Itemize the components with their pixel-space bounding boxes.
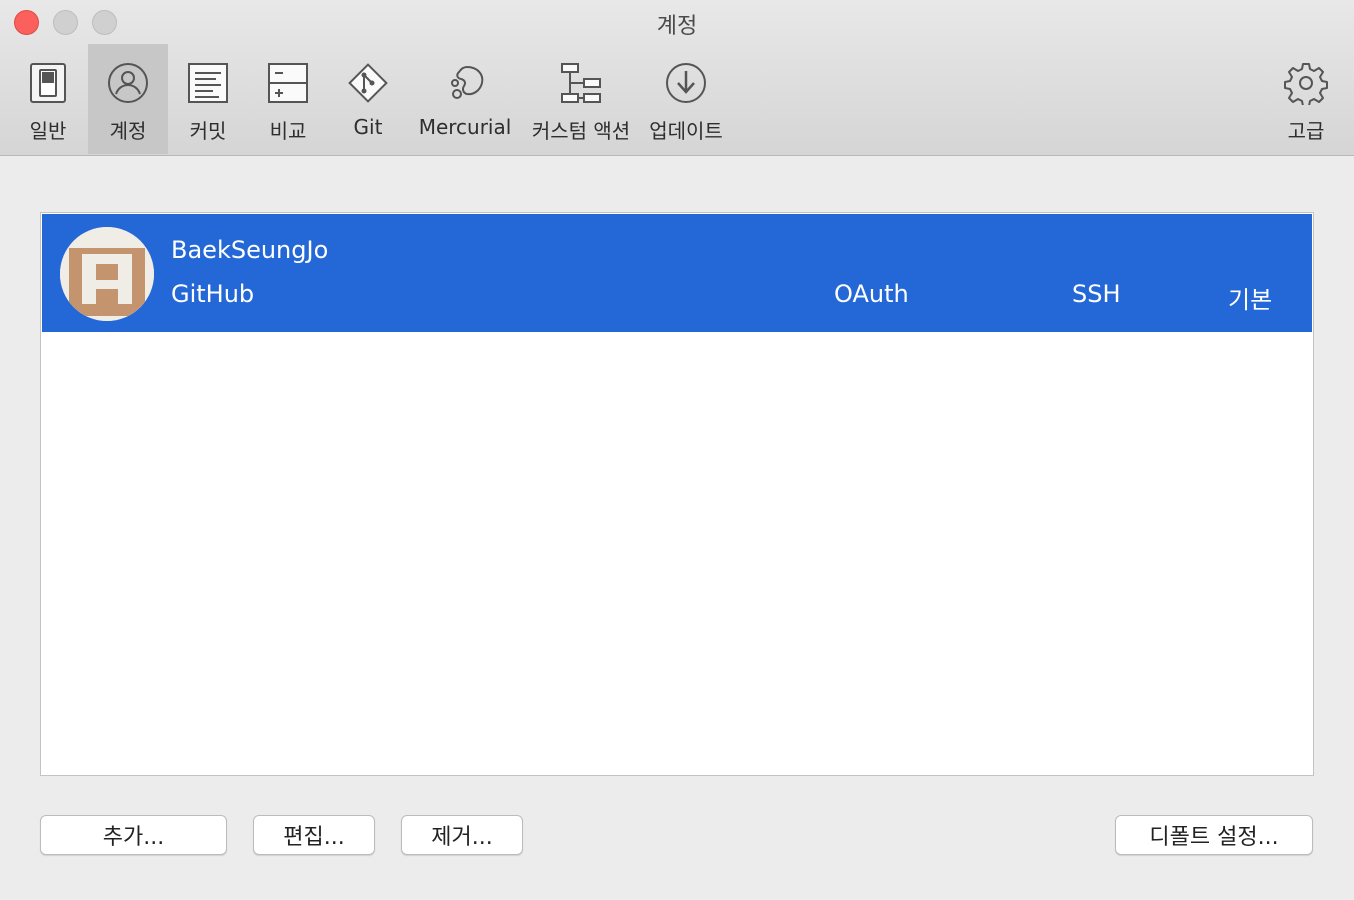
tab-git[interactable]: Git — [328, 44, 408, 154]
account-default-badge: 기본 — [1228, 286, 1273, 314]
tab-general[interactable]: 일반 — [8, 44, 88, 154]
account-auth: OAuth — [834, 280, 909, 308]
edit-button[interactable]: 편집... — [253, 815, 375, 855]
tab-commit[interactable]: 커밋 — [168, 44, 248, 154]
switch-icon — [26, 61, 70, 105]
tab-advanced[interactable]: 고급 — [1266, 44, 1346, 154]
tab-accounts[interactable]: 계정 — [88, 44, 168, 154]
tab-updates[interactable]: 업데이트 — [644, 44, 728, 154]
diff-icon — [266, 61, 310, 105]
window-title: 계정 — [656, 14, 698, 39]
account-username: BaekSeungJo — [171, 236, 329, 264]
workflow-icon — [559, 61, 603, 105]
add-button[interactable]: 추가... — [40, 815, 227, 855]
accounts-list[interactable]: BaekSeungJo GitHub OAuth SSH 기본 — [40, 212, 1314, 776]
download-icon — [664, 61, 708, 105]
account-row[interactable]: BaekSeungJo GitHub OAuth SSH 기본 — [42, 214, 1312, 332]
account-protocol: SSH — [1072, 280, 1121, 308]
title-toolbar: 계정 일반 계정 커밋 비교 Git Mercurial 커스텀 액션 업데이트… — [0, 0, 1354, 156]
account-host: GitHub — [171, 280, 255, 308]
preferences-window: 계정 일반 계정 커밋 비교 Git Mercurial 커스텀 액션 업데이트… — [0, 0, 1354, 900]
mercurial-icon — [443, 61, 487, 105]
avatar — [60, 227, 154, 321]
user-icon — [106, 61, 150, 105]
set-default-button[interactable]: 디폴트 설정... — [1115, 815, 1313, 855]
tab-custom-actions[interactable]: 커스텀 액션 — [524, 44, 638, 154]
gear-icon — [1284, 61, 1328, 105]
git-icon — [346, 61, 390, 105]
tab-mercurial[interactable]: Mercurial — [412, 44, 518, 154]
remove-button[interactable]: 제거... — [401, 815, 523, 855]
document-icon — [186, 61, 230, 105]
tab-diff[interactable]: 비교 — [248, 44, 328, 154]
